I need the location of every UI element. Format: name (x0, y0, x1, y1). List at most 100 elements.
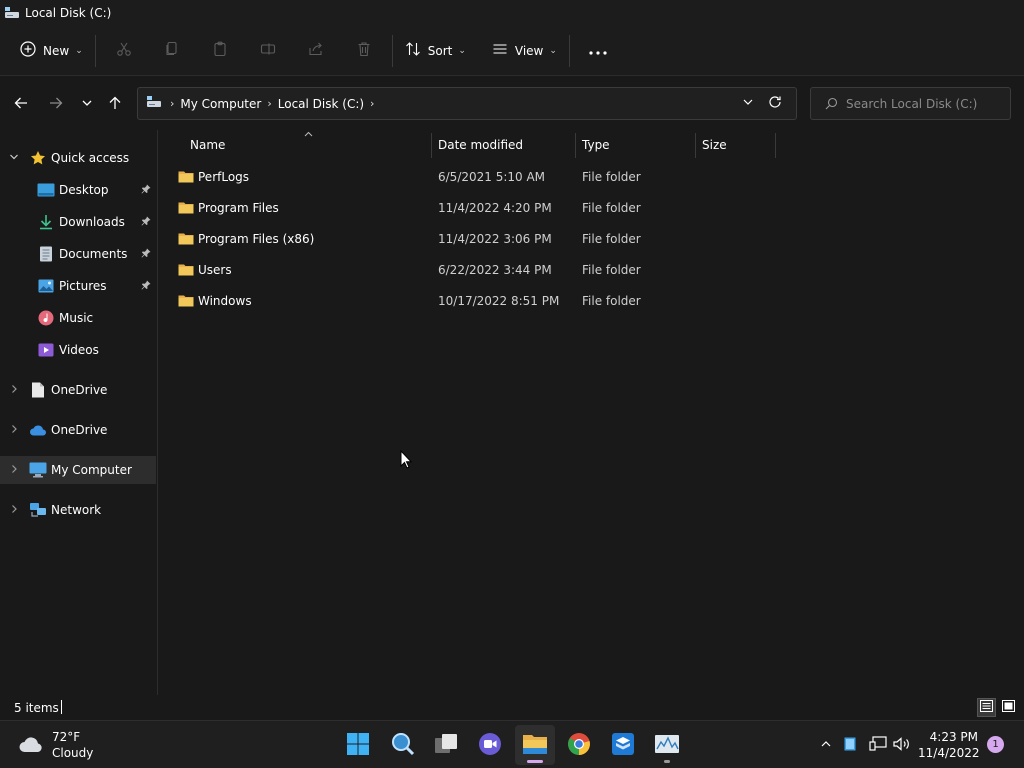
file-type: File folder (582, 263, 641, 277)
paste-button[interactable] (196, 35, 244, 67)
taskbar-chrome[interactable] (559, 725, 599, 765)
volume-button[interactable] (892, 735, 912, 755)
sidebar-item-onedrive[interactable]: OneDrive (0, 416, 156, 444)
search-box[interactable] (810, 87, 1011, 120)
weather-temperature: 72°F (52, 730, 81, 744)
view-button[interactable]: View ⌄ (484, 35, 565, 67)
file-name: Program Files (198, 201, 279, 215)
sidebar-item-videos[interactable]: Videos (0, 336, 156, 364)
table-row[interactable]: Windows 10/17/2022 8:51 PM File folder (159, 286, 1024, 316)
back-button[interactable] (10, 93, 32, 115)
address-bar[interactable]: › My Computer › Local Disk (C:) › (137, 87, 797, 120)
cut-button[interactable] (100, 35, 148, 67)
search-input[interactable] (846, 96, 996, 111)
table-row[interactable]: Program Files 11/4/2022 4:20 PM File fol… (159, 193, 1024, 223)
column-divider[interactable] (575, 133, 576, 158)
breadcrumb-my-computer[interactable]: My Computer (180, 97, 261, 111)
table-row[interactable]: Program Files (x86) 11/4/2022 3:06 PM Fi… (159, 224, 1024, 254)
chevron-right-icon[interactable] (9, 464, 19, 477)
file-list: Name Date modified Type Size PerfLogs 6/… (159, 130, 1024, 695)
document-icon (29, 382, 47, 398)
table-row[interactable]: PerfLogs 6/5/2021 5:10 AM File folder (159, 162, 1024, 192)
clipboard-icon (212, 41, 228, 60)
share-icon (308, 41, 324, 60)
sort-ascending-icon (304, 130, 313, 139)
notification-badge[interactable]: 1 (987, 736, 1004, 753)
start-button[interactable] (338, 725, 378, 765)
chevron-down-icon[interactable] (9, 152, 19, 165)
taskbar-app-blue[interactable] (603, 725, 643, 765)
new-button[interactable]: New ⌄ (12, 35, 91, 67)
address-dropdown-icon[interactable] (742, 96, 754, 111)
sidebar-item-quick-access[interactable]: Quick access (0, 144, 156, 172)
tray-app-icon (844, 737, 856, 754)
see-more-button[interactable] (574, 35, 622, 67)
network-monitor-icon (869, 735, 887, 755)
breadcrumb-separator-icon: › (267, 97, 272, 110)
table-row[interactable]: Users 6/22/2022 3:44 PM File folder (159, 255, 1024, 285)
column-divider[interactable] (775, 133, 776, 158)
column-header-type[interactable]: Type (582, 130, 610, 160)
task-view-icon (434, 733, 458, 758)
delete-button[interactable] (340, 35, 388, 67)
pin-icon[interactable] (141, 184, 151, 197)
taskbar-resource-monitor[interactable] (647, 725, 687, 765)
pictures-icon (37, 278, 55, 294)
share-button[interactable] (292, 35, 340, 67)
tray-app-button[interactable] (840, 735, 860, 755)
pin-icon[interactable] (141, 216, 151, 229)
recent-locations-button[interactable] (76, 93, 98, 115)
sidebar-item-my-computer[interactable]: My Computer (0, 456, 156, 484)
cloud-icon (29, 422, 47, 438)
column-divider[interactable] (695, 133, 696, 158)
file-type: File folder (582, 232, 641, 246)
taskbar-search-button[interactable] (383, 725, 423, 765)
sidebar-item-downloads[interactable]: Downloads (0, 208, 156, 236)
sidebar-item-label: Quick access (51, 151, 130, 165)
chevron-right-icon[interactable] (9, 384, 19, 397)
clock-time: 4:23 PM (929, 730, 978, 744)
column-header-size[interactable]: Size (702, 130, 727, 160)
network-status-button[interactable] (868, 735, 888, 755)
weather-widget[interactable]: 72°F Cloudy (18, 729, 93, 761)
rename-button[interactable] (244, 35, 292, 67)
sidebar-item-music[interactable]: Music (0, 304, 156, 332)
refresh-button[interactable] (767, 94, 783, 113)
search-magnifier-icon (391, 732, 415, 759)
sidebar-item-desktop[interactable]: Desktop (0, 176, 156, 204)
copy-button[interactable] (148, 35, 196, 67)
teams-chat-button[interactable] (470, 725, 510, 765)
star-icon (29, 150, 47, 166)
divider (568, 34, 570, 67)
column-header-name[interactable]: Name (190, 130, 225, 160)
download-arrow-icon (37, 214, 55, 230)
column-header-date-modified[interactable]: Date modified (438, 130, 523, 160)
sidebar-item-network[interactable]: Network (0, 496, 156, 524)
sidebar-item-onedrive-personal[interactable]: OneDrive (0, 376, 156, 404)
sidebar-item-label: Documents (59, 247, 128, 261)
breadcrumb-separator-icon[interactable]: › (370, 97, 374, 110)
pin-icon[interactable] (141, 248, 151, 261)
folder-icon (178, 263, 194, 279)
taskbar-file-explorer[interactable] (515, 725, 555, 765)
sidebar-item-documents[interactable]: Documents (0, 240, 156, 268)
details-view-button[interactable] (977, 698, 996, 717)
show-hidden-icons-button[interactable] (816, 735, 836, 755)
copy-icon (164, 41, 180, 60)
large-icons-view-button[interactable] (999, 698, 1018, 717)
performance-chart-icon (654, 734, 680, 757)
breadcrumb-local-disk[interactable]: Local Disk (C:) (278, 97, 364, 111)
taskbar-clock[interactable]: 4:23 PM 11/4/2022 (918, 729, 980, 761)
sidebar-item-label: OneDrive (51, 383, 108, 397)
sidebar-item-pictures[interactable]: Pictures (0, 272, 156, 300)
column-divider[interactable] (431, 133, 432, 158)
sort-button[interactable]: Sort ⌄ (397, 35, 474, 67)
chevron-right-icon[interactable] (9, 424, 19, 437)
forward-button[interactable] (45, 93, 67, 115)
task-view-button[interactable] (426, 725, 466, 765)
pin-icon[interactable] (141, 280, 151, 293)
sidebar-item-label: Pictures (59, 279, 107, 293)
up-button[interactable] (104, 93, 126, 115)
chevron-right-icon[interactable] (9, 504, 19, 517)
address-row: › My Computer › Local Disk (C:) › (0, 77, 1024, 130)
